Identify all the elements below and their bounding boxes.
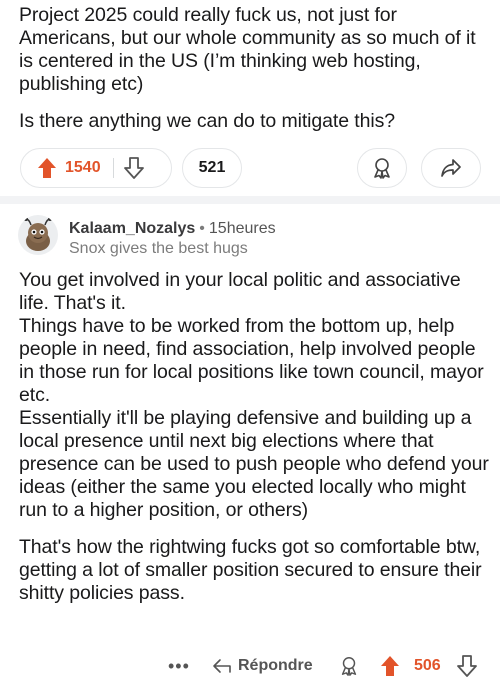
post-body: Project 2025 could really fuck us, not j… [19, 4, 489, 133]
comment-vote-count: 506 [414, 657, 441, 674]
comment-paragraph-2: That's how the rightwing fucks got so co… [19, 536, 482, 604]
comment-header: Kalaam_Nozalys • 15heures [69, 219, 276, 238]
comment-downvote-button[interactable] [457, 653, 477, 679]
comment-line: Things have to be worked from the bottom… [19, 315, 484, 406]
downvote-arrow-icon [123, 157, 144, 179]
post-action-bar: 1540 521 [0, 148, 500, 190]
comment-paragraph-1: You get involved in your local politic a… [19, 269, 489, 522]
comment-timestamp: 15heures [208, 220, 276, 237]
comment-award-button[interactable] [338, 653, 360, 679]
meta-separator: • [199, 220, 205, 237]
post-share-button[interactable] [421, 148, 481, 188]
reply-arrow-icon [213, 659, 231, 673]
user-flair: Snox gives the best hugs [69, 240, 248, 257]
share-icon [441, 159, 461, 177]
comment-line: Essentially it'll be playing defensive a… [19, 407, 489, 521]
comment-body: You get involved in your local politic a… [19, 269, 489, 605]
snoo-avatar [24, 217, 52, 251]
downvote-arrow-icon [457, 655, 477, 677]
post-upvote-button[interactable]: 1540 [37, 157, 101, 179]
reply-label: Répondre [238, 657, 313, 674]
post-vote-count: 1540 [65, 159, 101, 176]
user-avatar[interactable] [18, 215, 58, 255]
comment-username[interactable]: Kalaam_Nozalys [69, 220, 195, 237]
section-divider [0, 196, 500, 204]
more-options-button[interactable]: ••• [168, 653, 190, 679]
award-icon [341, 657, 357, 676]
upvote-arrow-icon [38, 158, 56, 178]
upvote-arrow-icon [381, 656, 399, 676]
award-icon [374, 158, 390, 179]
comment-line: You get involved in your local politic a… [19, 269, 461, 314]
post-award-button[interactable] [357, 148, 407, 188]
post-comments-button[interactable]: 521 [182, 148, 242, 188]
post-paragraph-1: Project 2025 could really fuck us, not j… [19, 4, 476, 95]
post-comment-count: 521 [198, 159, 226, 176]
reply-button[interactable]: Répondre [212, 653, 313, 679]
post-paragraph-2: Is there anything we can do to mitigate … [19, 110, 395, 132]
comment-action-bar: ••• Répondre 506 [0, 653, 500, 679]
post-downvote-button[interactable] [123, 157, 144, 179]
post-vote-pill: 1540 [20, 148, 172, 188]
vote-divider [112, 158, 114, 178]
comment-meta: Kalaam_Nozalys • 15heures Snox gives the b… [69, 219, 276, 258]
comment-upvote-button[interactable] [380, 653, 400, 679]
